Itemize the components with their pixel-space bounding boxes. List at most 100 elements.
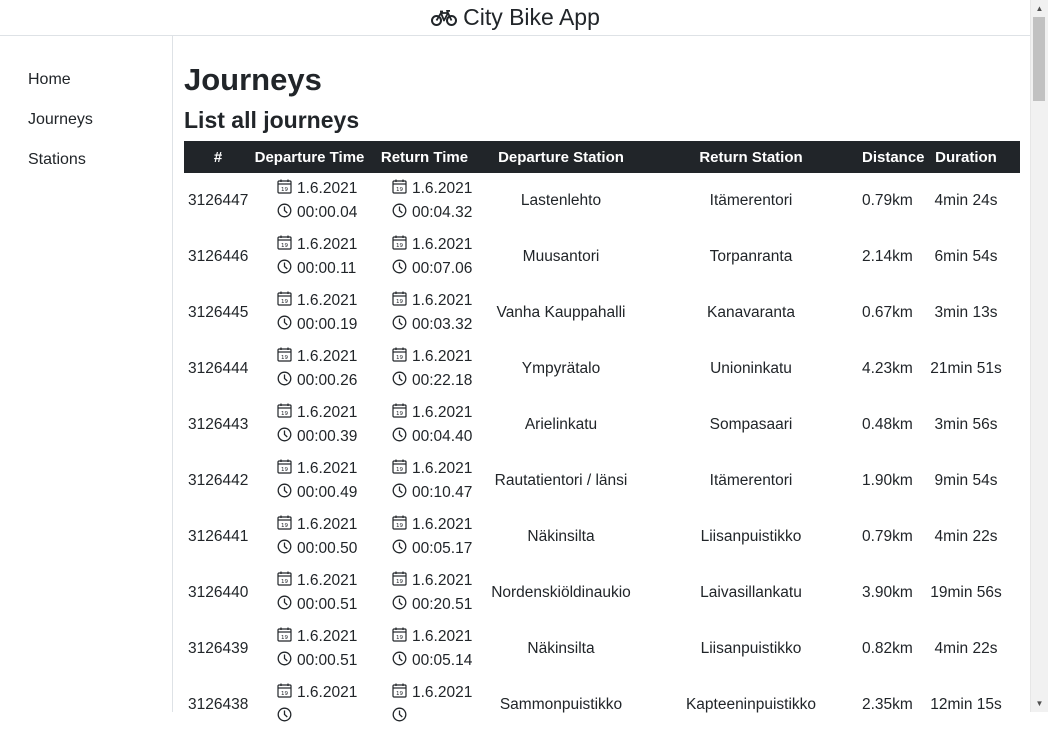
calendar-icon: 19 xyxy=(277,571,292,591)
svg-text:19: 19 xyxy=(281,299,288,305)
departure-date: 1.6.2021 xyxy=(297,180,358,197)
clock-icon xyxy=(277,707,292,727)
cell-id: 3126440 xyxy=(188,584,249,601)
cell-distance: 0.82km xyxy=(862,640,913,657)
calendar-icon: 19 xyxy=(392,347,407,367)
sidebar-item-stations[interactable]: Stations xyxy=(28,151,86,169)
cell-departure-station: Näkinsilta xyxy=(527,528,595,545)
cell-distance: 2.14km xyxy=(862,248,913,265)
clock-icon xyxy=(392,203,407,223)
clock-icon xyxy=(392,483,407,503)
header-id[interactable]: # xyxy=(184,149,252,166)
clock-icon xyxy=(277,651,292,671)
app-brand[interactable]: City Bike App xyxy=(431,4,600,31)
svg-text:19: 19 xyxy=(281,467,288,473)
cell-duration: 9min 54s xyxy=(934,472,998,489)
cell-distance: 0.79km xyxy=(862,528,913,545)
svg-text:19: 19 xyxy=(396,691,403,697)
cell-duration: 12min 15s xyxy=(930,696,1002,713)
cell-return-time: 19 1.6.2021 00:05.17 xyxy=(367,513,482,561)
top-navbar: City Bike App xyxy=(0,0,1031,36)
cell-return-time: 19 1.6.2021 00:03.32 xyxy=(367,289,482,337)
svg-text:19: 19 xyxy=(396,523,403,529)
bicycle-icon xyxy=(431,9,458,26)
departure-date: 1.6.2021 xyxy=(297,236,358,253)
sidebar-item-journeys[interactable]: Journeys xyxy=(28,111,93,129)
cell-return-station: Laivasillankatu xyxy=(700,584,802,601)
cell-departure-station: Näkinsilta xyxy=(527,640,595,657)
svg-text:19: 19 xyxy=(281,523,288,529)
table-row: 3126441 19 1.6.2021 00:00.50 19 1.6.2021 00:05… xyxy=(184,509,1020,565)
cell-return-time: 19 1.6.2021 xyxy=(367,681,482,729)
departure-date: 1.6.2021 xyxy=(297,572,358,589)
departure-date: 1.6.2021 xyxy=(297,404,358,421)
cell-departure-station: Ympyrätalo xyxy=(521,360,601,377)
cell-departure-station: Sammonpuistikko xyxy=(499,696,623,713)
scroll-thumb[interactable] xyxy=(1033,17,1045,101)
clock-icon xyxy=(392,259,407,279)
return-clock-time: 00:04.32 xyxy=(412,204,473,221)
cell-return-station: Liisanpuistikko xyxy=(700,640,802,657)
cell-return-time: 19 1.6.2021 00:05.14 xyxy=(367,625,482,673)
header-return-time[interactable]: Return Time xyxy=(367,149,482,166)
calendar-icon: 19 xyxy=(392,179,407,199)
cell-distance: 0.67km xyxy=(862,304,913,321)
table-row: 3126440 19 1.6.2021 00:00.51 19 1.6.2021 00:20… xyxy=(184,565,1020,621)
cell-distance: 2.35km xyxy=(862,696,913,713)
return-date: 1.6.2021 xyxy=(412,348,473,365)
cell-return-station: Liisanpuistikko xyxy=(700,528,802,545)
return-date: 1.6.2021 xyxy=(412,684,473,701)
return-clock-time: 00:05.17 xyxy=(412,540,473,557)
table-row: 3126445 19 1.6.2021 00:00.19 19 1.6.2021 00:03… xyxy=(184,285,1020,341)
clock-icon xyxy=(277,371,292,391)
cell-departure-time: 19 1.6.2021 00:00.51 xyxy=(252,625,367,673)
departure-clock-time: 00:00.49 xyxy=(297,484,358,501)
return-date: 1.6.2021 xyxy=(412,572,473,589)
clock-icon xyxy=(277,203,292,223)
table-row: 3126446 19 1.6.2021 00:00.11 19 1.6.2021 00:07… xyxy=(184,229,1020,285)
cell-departure-time: 19 1.6.2021 00:00.26 xyxy=(252,345,367,393)
calendar-icon: 19 xyxy=(277,403,292,423)
cell-distance: 0.79km xyxy=(862,192,913,209)
cell-distance: 3.90km xyxy=(862,584,913,601)
cell-departure-station: Vanha Kauppahalli xyxy=(496,304,626,321)
return-date: 1.6.2021 xyxy=(412,628,473,645)
svg-text:19: 19 xyxy=(396,187,403,193)
cell-departure-time: 19 1.6.2021 00:00.04 xyxy=(252,177,367,225)
clock-icon xyxy=(392,651,407,671)
scroll-down-arrow-icon[interactable]: ▼ xyxy=(1031,695,1048,712)
cell-duration: 6min 54s xyxy=(934,248,998,265)
header-return-station[interactable]: Return Station xyxy=(640,149,862,166)
svg-text:19: 19 xyxy=(396,579,403,585)
header-departure-station[interactable]: Departure Station xyxy=(482,149,640,166)
header-duration[interactable]: Duration xyxy=(912,149,1020,166)
calendar-icon: 19 xyxy=(277,235,292,255)
return-date: 1.6.2021 xyxy=(412,292,473,309)
cell-id: 3126438 xyxy=(188,696,249,713)
return-date: 1.6.2021 xyxy=(412,236,473,253)
svg-text:19: 19 xyxy=(396,355,403,361)
cell-id: 3126444 xyxy=(188,360,249,377)
table-row: 3126438 19 1.6.2021 19 1.6.2021 Sammonpuistik… xyxy=(184,677,1020,733)
svg-text:19: 19 xyxy=(281,187,288,193)
scroll-up-arrow-icon[interactable]: ▲ xyxy=(1031,0,1048,17)
header-departure-time[interactable]: Departure Time xyxy=(252,149,367,166)
cell-duration: 4min 22s xyxy=(934,640,998,657)
departure-date: 1.6.2021 xyxy=(297,348,358,365)
header-distance[interactable]: Distance xyxy=(862,149,925,166)
cell-departure-station: Arielinkatu xyxy=(524,416,598,433)
cell-duration: 21min 51s xyxy=(930,360,1002,377)
return-clock-time: 00:20.51 xyxy=(412,596,473,613)
vertical-scrollbar[interactable]: ▲ ▼ xyxy=(1030,0,1048,712)
svg-text:19: 19 xyxy=(281,411,288,417)
cell-id: 3126441 xyxy=(188,528,249,545)
sidebar-item-home[interactable]: Home xyxy=(28,71,71,89)
svg-text:19: 19 xyxy=(396,243,403,249)
table-row: 3126444 19 1.6.2021 00:00.26 19 1.6.2021 00:22… xyxy=(184,341,1020,397)
return-date: 1.6.2021 xyxy=(412,404,473,421)
svg-text:19: 19 xyxy=(396,467,403,473)
svg-text:19: 19 xyxy=(281,579,288,585)
clock-icon xyxy=(392,595,407,615)
cell-return-station: Unioninkatu xyxy=(710,360,792,377)
calendar-icon: 19 xyxy=(277,459,292,479)
